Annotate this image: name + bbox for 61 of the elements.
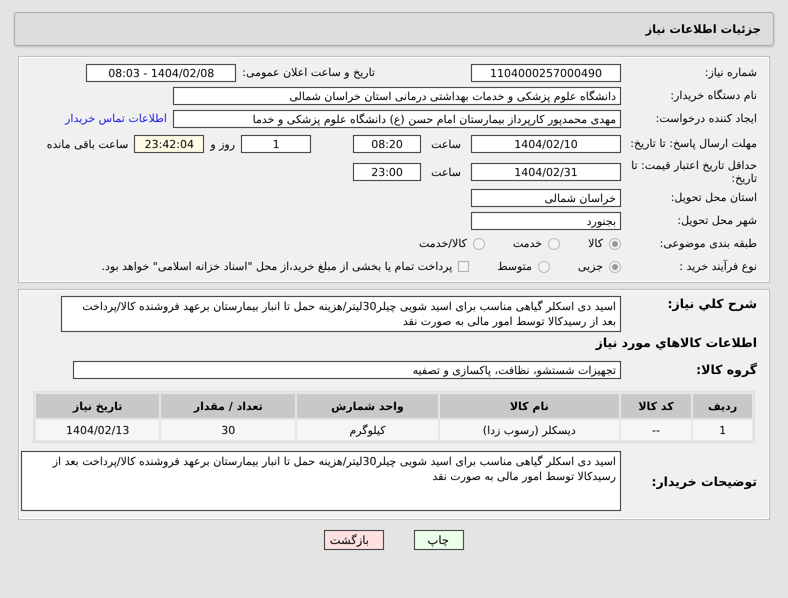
radio-label: کالا [588, 237, 603, 250]
field-label: شهر محل تحویل: [676, 214, 758, 228]
field-label: تاریخ و ساعت اعلان عمومی: [242, 66, 375, 79]
section-title: اطلاعات کالاهاي مورد نياز [596, 334, 758, 350]
radio-button[interactable] [538, 260, 550, 272]
input-field: 1 [241, 135, 312, 153]
radio-button[interactable] [609, 260, 621, 272]
table-cell: دیسکلر (رسوب زدا) [440, 420, 619, 440]
radio-button[interactable] [609, 238, 621, 250]
column-header: واحد شمارش [297, 394, 438, 418]
field-label: طبقه بندی موضوعی: [658, 236, 758, 250]
input-field: تجهیزات شستشو، نظافت، پاکسازی و تصفیه [73, 360, 621, 378]
field-label: ساعت [431, 166, 461, 178]
field-label: گروه کالا: [695, 362, 758, 377]
print-button[interactable]: چاپ [414, 530, 464, 550]
input-field: مهدی محمدپور کارپرداز بیمارستان امام حسن (ع) دانشگاه علوم پزشکی و خدما [173, 110, 621, 128]
column-header: تعداد / مقدار [161, 394, 296, 418]
input-field: دانشگاه علوم پزشکی و خدمات بهداشتی درمانی استان خراسان شمالی [173, 86, 621, 104]
field-label: ایجاد کننده درخواست: [654, 112, 758, 126]
checkbox[interactable] [458, 261, 470, 272]
field-label: ساعت باقی مانده [46, 138, 128, 150]
column-header: کد کالا [620, 394, 692, 418]
field-label: نوع فرآیند خرید : [678, 260, 758, 274]
table-cell: -- [620, 420, 692, 440]
radio-label: خدمت [512, 237, 542, 250]
input-field: بجنورد [471, 212, 621, 230]
checkbox-label: پرداخت تمام یا بخشی از مبلغ خرید،از محل "اسناد خزانه اسلامی" خواهد بود. [102, 260, 452, 273]
radio-button[interactable] [548, 238, 560, 250]
header-title: جزئیات اطلاعات نیاز [645, 22, 761, 36]
input-field: 1404/02/08 - 08:03 [86, 64, 236, 82]
radio-label: جزیی [578, 260, 603, 273]
back-button[interactable]: بازگشت [324, 530, 384, 550]
field-label: روز و [210, 138, 236, 150]
radio-label: متوسط [497, 260, 532, 273]
column-header: تاریخ نیاز [36, 394, 160, 418]
table-cell: کیلوگرم [297, 420, 438, 440]
radio-label: کالا/خدمت [419, 237, 467, 250]
field-label: استان محل تحویل: [670, 190, 758, 204]
input-field: 1404/02/10 [471, 135, 621, 153]
field-label: مهلت ارسال پاسخ: تا تاریخ: [629, 137, 758, 151]
field-label: نام دستگاه خریدار: [669, 88, 758, 102]
description-box: اسید دی اسکلر گیاهی مناسب برای اسید شویی چیلر30لیتر/هزینه حمل تا انبار بیمارستان برعهد فروشنده کالا/پرداخت بعد از رسیدکالا توسط امور مالی به صورت نقد [61, 296, 621, 332]
table-cell: 30 [161, 420, 296, 440]
field-label: توضیحات خریدار: [650, 474, 758, 488]
field-label: ساعت [431, 138, 461, 150]
radio-button[interactable] [472, 238, 485, 250]
table-cell: 1404/02/13 [36, 420, 160, 440]
notes-box: اسید دی اسکلر گیاهی مناسب برای اسید شویی چیلر30لیتر/هزینه حمل تا انبار بیمارستان برعهد فروشنده کالا/پرداخت بعد از رسیدکالا توسط امور مالی به صورت نقد [21, 451, 621, 511]
field-label: شماره نیاز: [704, 66, 758, 80]
input-field: خراسان شمالی [471, 188, 621, 206]
input-field: 1104000257000490 [471, 64, 621, 82]
countdown-field: 23:42:04 [134, 135, 204, 153]
column-header: ردیف [693, 394, 752, 418]
field-label: حداقل تاریخ اعتبار قیمت: تا تاریخ: [630, 158, 758, 186]
table-cell: 1 [693, 420, 752, 440]
contact-link[interactable]: اطلاعات تماس خریدار [65, 112, 167, 125]
input-field: 08:20 [353, 135, 422, 153]
input-field: 1404/02/31 [471, 163, 621, 181]
column-header: نام کالا [440, 394, 619, 418]
input-field: 23:00 [353, 163, 422, 181]
field-label: شرح کلي نياز: [666, 296, 758, 311]
